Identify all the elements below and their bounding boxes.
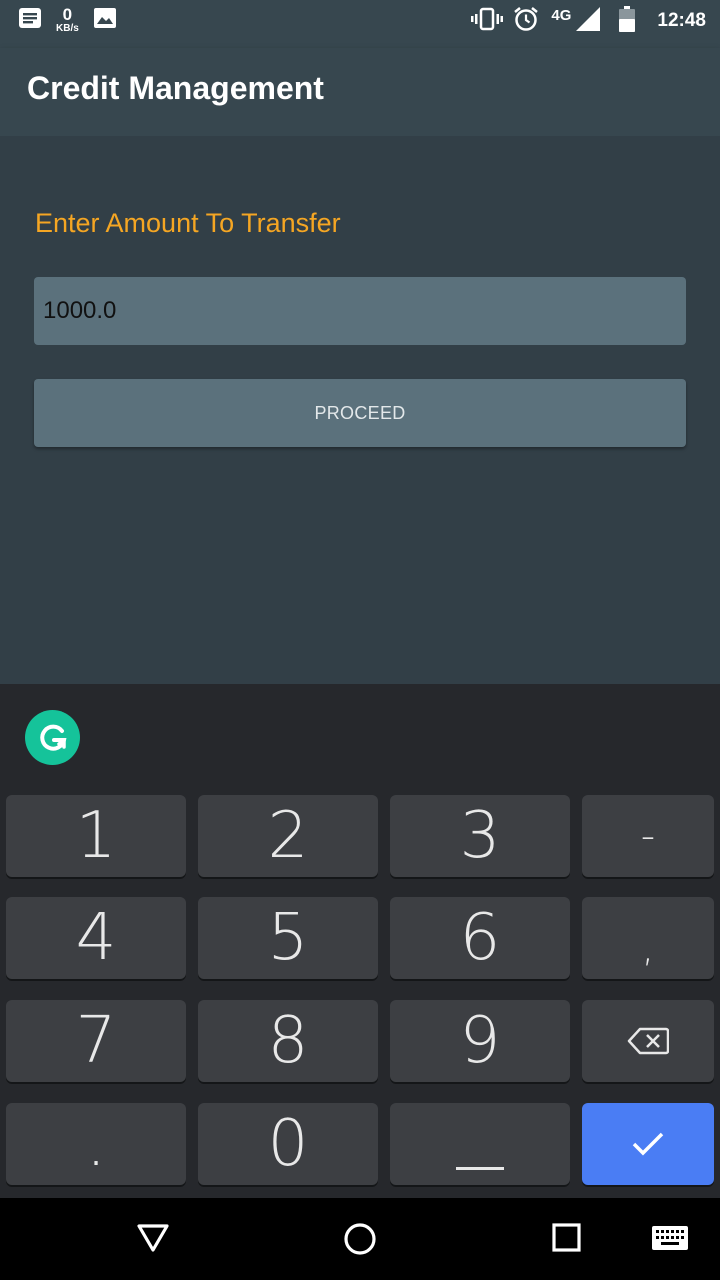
image-icon — [93, 7, 117, 34]
key-2[interactable]: 2 — [198, 795, 378, 877]
key-1[interactable]: 1 — [6, 795, 186, 877]
battery-icon — [619, 5, 636, 37]
amount-prompt-label: Enter Amount To Transfer — [35, 208, 341, 238]
numeric-keyboard: 1 2 3 - 4 5 6 , 7 8 9 . 0 — [0, 684, 720, 1198]
net-speed-value: 0 — [62, 5, 73, 24]
notification-icon — [18, 7, 42, 34]
key-5[interactable]: 5 — [198, 897, 378, 979]
home-icon[interactable] — [343, 1222, 377, 1261]
space-key[interactable] — [390, 1103, 570, 1185]
keyboard-switch-icon[interactable] — [652, 1226, 688, 1257]
proceed-button[interactable]: PROCEED — [34, 379, 686, 447]
enter-key[interactable] — [582, 1103, 714, 1185]
key-period[interactable]: . — [6, 1103, 186, 1185]
network-type: 4G — [551, 6, 572, 24]
key-0[interactable]: 0 — [198, 1103, 378, 1185]
key-7[interactable]: 7 — [6, 1000, 186, 1082]
grammarly-icon[interactable] — [25, 710, 80, 765]
key-8[interactable]: 8 — [198, 1000, 378, 1082]
checkmark-icon — [632, 1132, 664, 1156]
net-speed-unit: KB/s — [56, 23, 79, 34]
back-icon[interactable] — [136, 1222, 170, 1259]
amount-input[interactable] — [34, 277, 686, 345]
signal-icon — [575, 6, 601, 37]
page-title: Credit Management — [27, 70, 324, 106]
clock: 12:48 — [657, 10, 706, 31]
space-icon — [456, 1167, 504, 1170]
key-9[interactable]: 9 — [390, 1000, 570, 1082]
key-3[interactable]: 3 — [390, 795, 570, 877]
transfer-form: Enter Amount To Transfer PROCEED — [0, 136, 720, 684]
status-bar: 0 KB/s 4G 12:48 — [0, 0, 720, 48]
recents-icon[interactable] — [552, 1222, 582, 1259]
vibrate-icon — [471, 7, 504, 36]
key-4[interactable]: 4 — [6, 897, 186, 979]
key-minus[interactable]: - — [582, 795, 714, 877]
app-bar: Credit Management — [0, 48, 720, 136]
backspace-icon — [627, 1027, 669, 1055]
backspace-key[interactable] — [582, 1000, 714, 1082]
alarm-icon — [513, 6, 539, 37]
navigation-bar — [0, 1198, 720, 1280]
net-speed-indicator: 0 KB/s — [56, 6, 79, 34]
key-comma[interactable]: , — [582, 897, 714, 979]
key-6[interactable]: 6 — [390, 897, 570, 979]
